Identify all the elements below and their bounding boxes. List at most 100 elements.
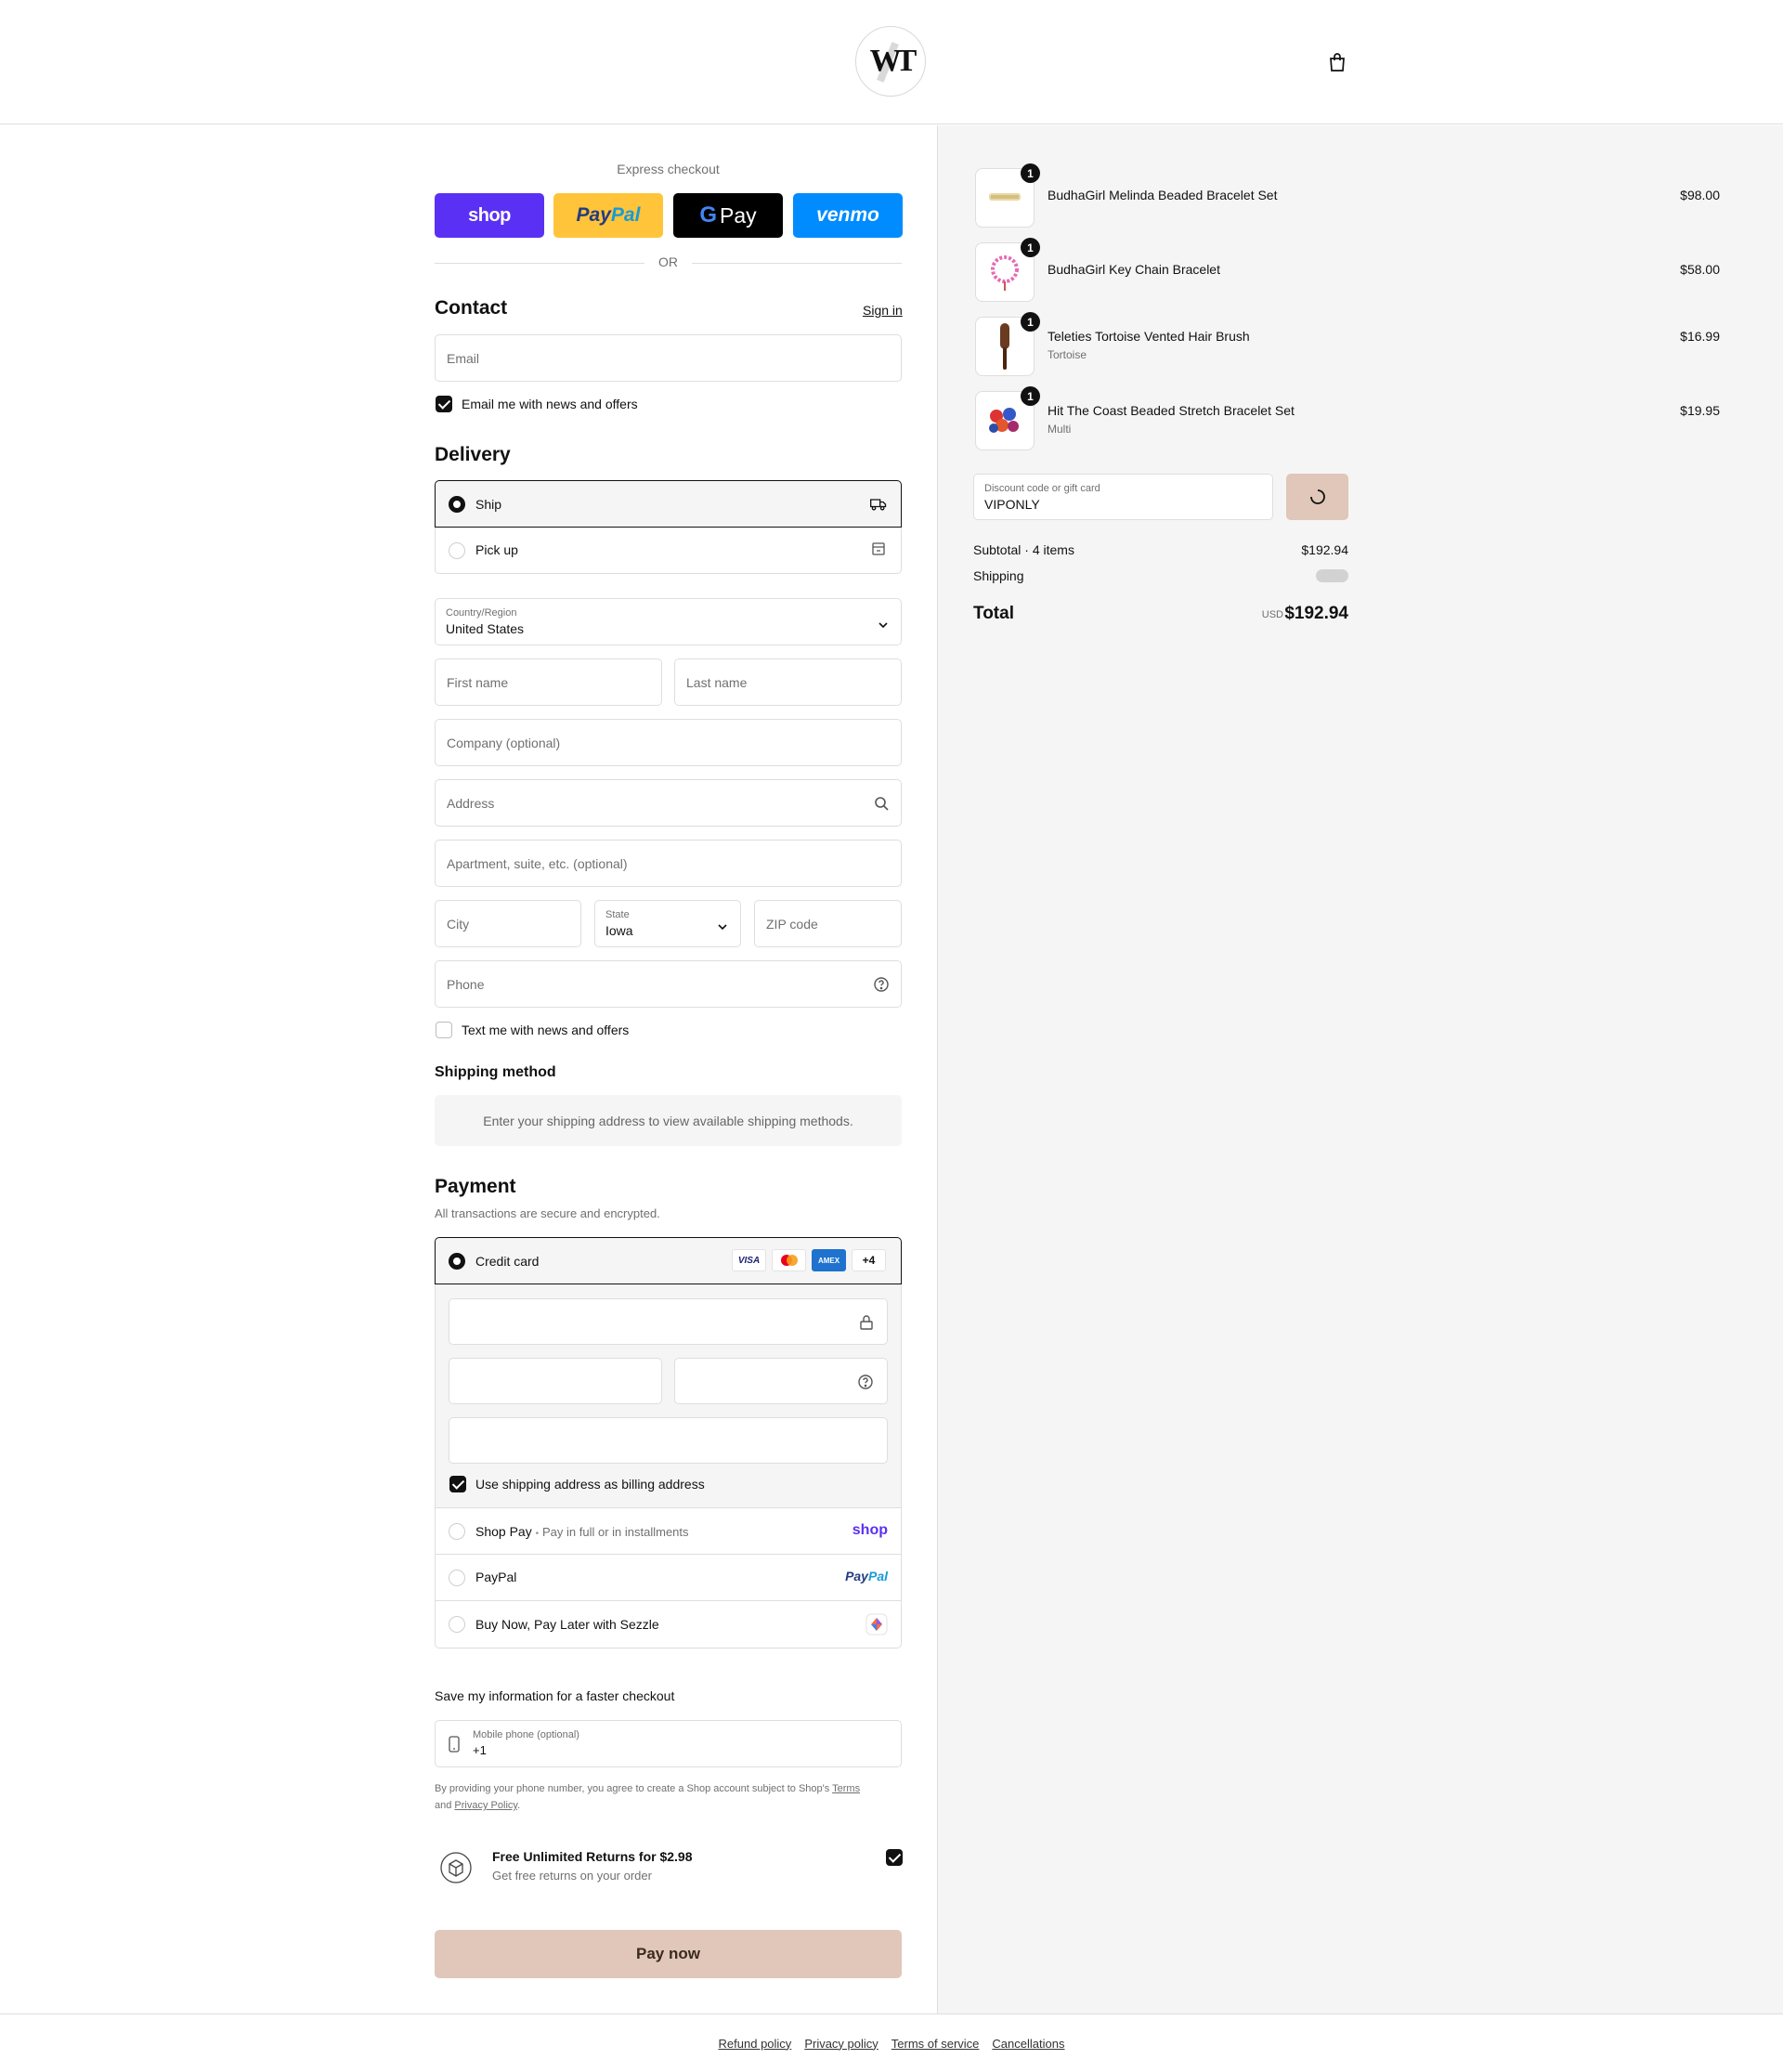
expiration-field[interactable]	[449, 1358, 662, 1404]
card-logos: VISA AMEX +4	[732, 1249, 886, 1271]
name-on-card-field[interactable]	[449, 1417, 888, 1464]
billing-address-checkbox[interactable]	[449, 1476, 466, 1492]
shop-pay-button[interactable]: shop	[435, 193, 544, 238]
phone-field[interactable]: Phone	[435, 960, 902, 1008]
paypal-logo: PayPal	[845, 1569, 888, 1583]
save-info-title: Save my information for a faster checkou…	[435, 1688, 675, 1703]
returns-box-icon	[440, 1852, 472, 1883]
apartment-field[interactable]: Apartment, suite, etc. (optional)	[435, 840, 902, 887]
company-field[interactable]: Company (optional)	[435, 719, 902, 766]
store-logo[interactable]: WT	[855, 26, 926, 97]
first-name-field[interactable]: First name	[435, 658, 662, 706]
terms-link[interactable]: Terms	[832, 1783, 860, 1794]
pay-now-button[interactable]: Pay now	[435, 1930, 902, 1978]
paypal-option-label: PayPal	[475, 1570, 517, 1584]
shop-pay-logo: shop	[852, 1522, 888, 1538]
apply-discount-button[interactable]	[1286, 474, 1348, 520]
email-field[interactable]: Email	[435, 334, 902, 382]
legal-text: By providing your phone number, you agre…	[435, 1783, 861, 1811]
ship-radio[interactable]	[449, 496, 465, 513]
security-code-field[interactable]	[674, 1358, 888, 1404]
last-name-placeholder: Last name	[686, 675, 748, 690]
shop-pay-label: shop	[468, 204, 511, 226]
pickup-radio[interactable]	[449, 542, 465, 559]
card-number-field[interactable]	[449, 1298, 888, 1345]
sezzle-option[interactable]: Buy Now, Pay Later with Sezzle	[435, 1601, 902, 1648]
ship-label: Ship	[475, 497, 502, 512]
sezzle-option-label: Buy Now, Pay Later with Sezzle	[475, 1617, 659, 1632]
quantity-badge: 1	[1021, 238, 1040, 257]
refund-policy-link[interactable]: Refund policy	[719, 2037, 792, 2051]
header: WT	[0, 0, 1783, 124]
chevron-down-icon	[718, 924, 727, 931]
paypal-button[interactable]: Pay Pal	[553, 193, 663, 238]
amex-icon: AMEX	[812, 1249, 846, 1271]
discount-code-field[interactable]: Discount code or gift card VIPONLY	[973, 474, 1273, 520]
chevron-down-icon	[878, 622, 888, 629]
state-select[interactable]: State Iowa	[594, 900, 741, 947]
email-placeholder: Email	[447, 351, 480, 366]
pickup-option[interactable]: Pick up	[435, 528, 902, 574]
loading-spinner-icon	[1309, 489, 1325, 504]
city-field[interactable]: City	[435, 900, 581, 947]
sign-in-link[interactable]: Sign in	[863, 303, 903, 318]
paypal-option[interactable]: PayPal PayPal	[435, 1555, 902, 1601]
more-cards-badge: +4	[852, 1249, 886, 1271]
shop-pay-radio[interactable]	[449, 1523, 465, 1540]
country-select[interactable]: Country/Region United States	[435, 598, 902, 645]
zip-field[interactable]: ZIP code	[754, 900, 902, 947]
terms-of-service-link[interactable]: Terms of service	[892, 2037, 980, 2051]
zip-placeholder: ZIP code	[766, 917, 818, 932]
apartment-placeholder: Apartment, suite, etc. (optional)	[447, 856, 628, 871]
venmo-label: venmo	[816, 204, 879, 226]
quantity-badge: 1	[1021, 386, 1040, 406]
paypal-radio[interactable]	[449, 1570, 465, 1586]
mobile-phone-value: +1	[473, 1743, 487, 1757]
shopping-bag-icon[interactable]	[1326, 51, 1348, 73]
ship-option[interactable]: Ship	[435, 480, 902, 528]
privacy-policy-link[interactable]: Privacy Policy	[454, 1800, 517, 1811]
text-news-checkbox[interactable]	[436, 1022, 452, 1038]
venmo-button[interactable]: venmo	[793, 193, 903, 238]
sezzle-radio[interactable]	[449, 1616, 465, 1633]
country-label: Country/Region	[446, 607, 517, 619]
express-checkout-title: Express checkout	[617, 162, 720, 176]
returns-checkbox[interactable]	[886, 1849, 903, 1866]
last-name-field[interactable]: Last name	[674, 658, 902, 706]
first-name-placeholder: First name	[447, 675, 509, 690]
help-icon[interactable]	[873, 976, 890, 993]
company-placeholder: Company (optional)	[447, 736, 561, 750]
payment-subtitle: All transactions are secure and encrypte…	[435, 1206, 660, 1220]
shipping-method-title: Shipping method	[435, 1064, 556, 1080]
delivery-title: Delivery	[435, 444, 511, 465]
visa-icon: VISA	[732, 1249, 766, 1271]
mastercard-icon	[772, 1249, 806, 1271]
or-label: OR	[658, 254, 678, 269]
privacy-policy-link[interactable]: Privacy policy	[804, 2037, 878, 2051]
google-pay-label: Pay	[720, 202, 757, 228]
billing-address-label: Use shipping address as billing address	[475, 1477, 705, 1492]
footer: Refund policy Privacy policy Terms of se…	[0, 2013, 1783, 2072]
help-icon[interactable]	[857, 1374, 874, 1390]
shop-pay-option[interactable]: Shop Pay • Pay in full or in installment…	[435, 1507, 902, 1555]
shipping-method-info: Enter your shipping address to view avai…	[435, 1095, 902, 1146]
google-g-icon: G	[699, 202, 718, 228]
credit-card-label: Credit card	[475, 1254, 540, 1269]
address-field[interactable]: Address	[435, 779, 902, 827]
text-news-label: Text me with news and offers	[462, 1023, 630, 1037]
credit-card-radio[interactable]	[449, 1253, 465, 1270]
store-icon	[872, 542, 885, 555]
quantity-badge: 1	[1021, 312, 1040, 332]
item-price: $19.95	[1680, 403, 1720, 418]
item-name: Teleties Tortoise Vented Hair Brush	[1048, 329, 1250, 344]
item-price: $98.00	[1680, 188, 1720, 202]
currency-label: USD	[1261, 609, 1283, 620]
mobile-phone-label: Mobile phone (optional)	[473, 1729, 579, 1740]
item-name: Hit The Coast Beaded Stretch Bracelet Se…	[1048, 403, 1295, 418]
cancellations-link[interactable]: Cancellations	[992, 2037, 1064, 2051]
google-pay-button[interactable]: G Pay	[673, 193, 783, 238]
paypal-label-a: Pay	[576, 204, 611, 226]
item-price: $16.99	[1680, 329, 1720, 344]
mobile-phone-field[interactable]: Mobile phone (optional) +1	[435, 1720, 902, 1767]
email-news-checkbox[interactable]	[436, 396, 452, 412]
